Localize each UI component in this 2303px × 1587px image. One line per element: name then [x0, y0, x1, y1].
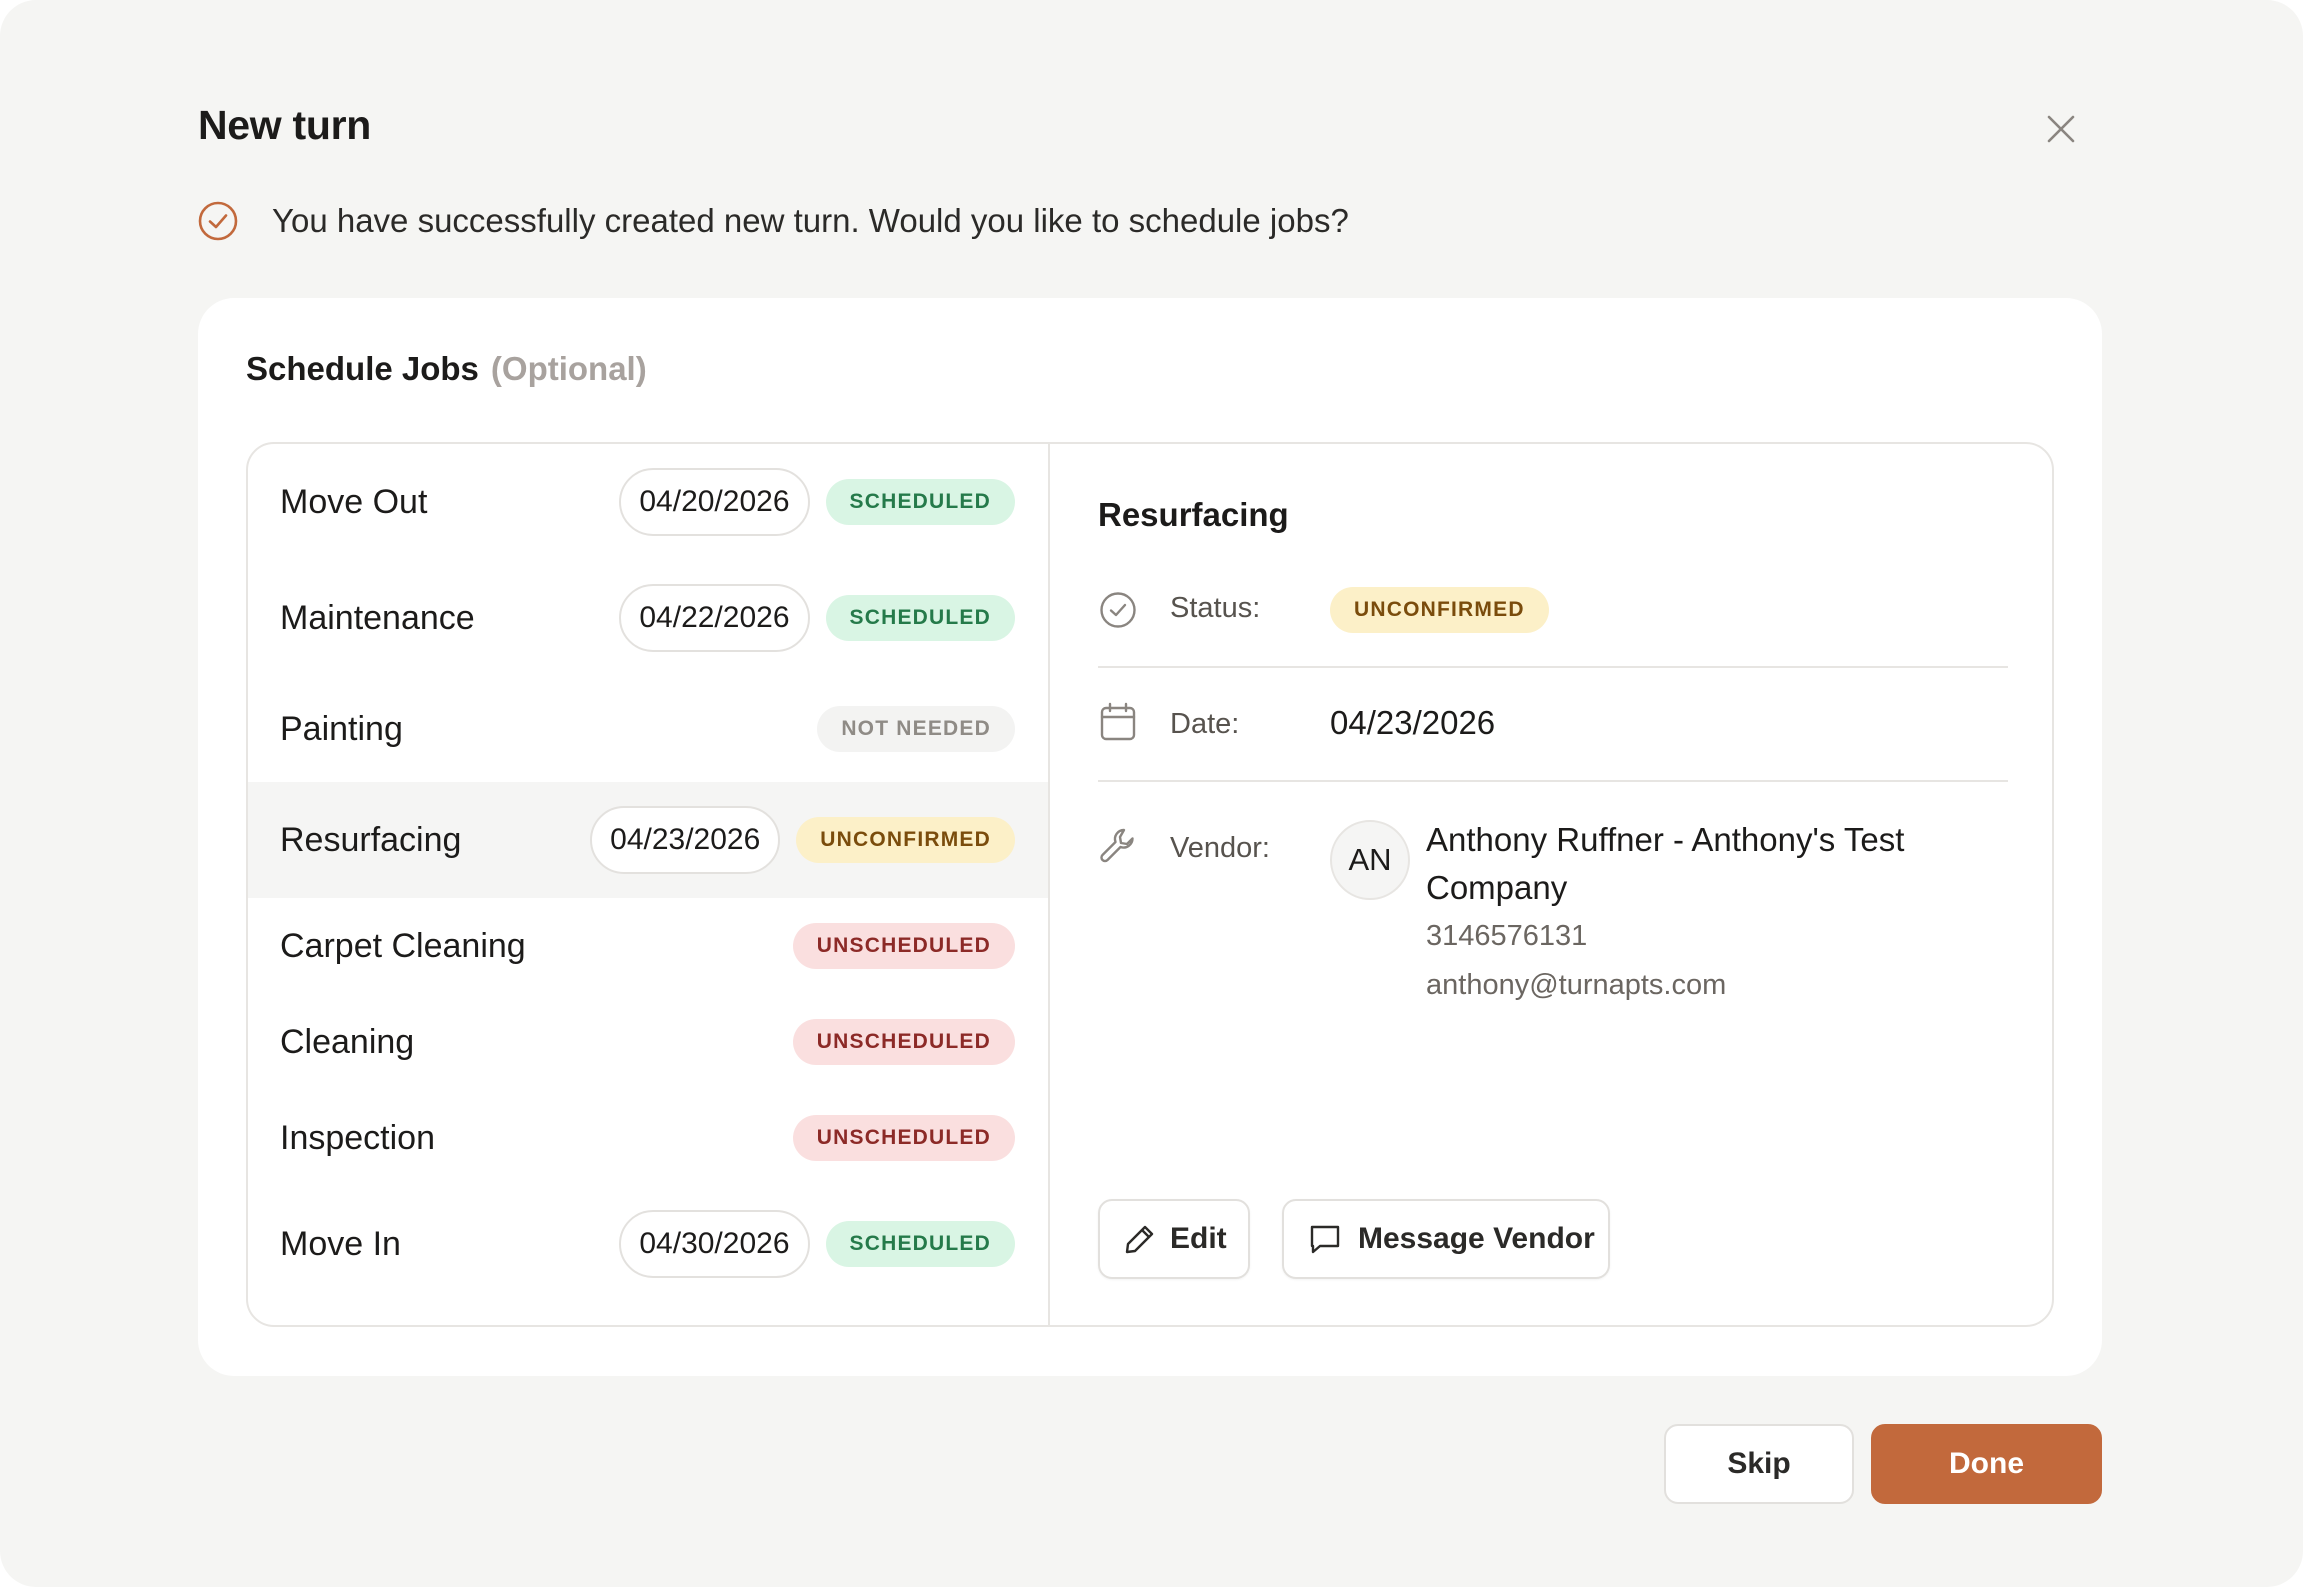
job-name: Painting: [280, 709, 403, 748]
schedule-jobs-heading: Schedule Jobs (Optional): [246, 350, 647, 388]
job-name: Cleaning: [280, 1022, 415, 1061]
job-name: Inspection: [280, 1118, 435, 1157]
divider: [1098, 666, 2008, 668]
success-message: You have successfully created new turn. …: [272, 202, 1349, 239]
message-vendor-button[interactable]: Message Vendor: [1282, 1199, 1610, 1279]
pencil-icon: [1125, 1225, 1154, 1254]
detail-status-row: Status: UNCONFIRMED: [1098, 587, 2008, 633]
vendor-name: Anthony Ruffner - Anthony's Test Company: [1426, 821, 1905, 906]
schedule-jobs-title: Schedule Jobs: [246, 350, 479, 387]
divider: [1098, 780, 2008, 782]
message-vendor-label: Message Vendor: [1358, 1222, 1595, 1255]
job-name: Move Out: [280, 482, 428, 521]
job-date[interactable]: 04/20/2026: [619, 468, 810, 536]
vendor-email: anthony@turnapts.com: [1426, 969, 1727, 1001]
detail-date-value: 04/23/2026: [1330, 704, 1496, 741]
job-row-resurfacing[interactable]: Resurfacing 04/23/2026 UNCONFIRMED: [248, 782, 1048, 898]
optional-label: (Optional): [490, 350, 647, 387]
job-row-painting[interactable]: Painting NOT NEEDED: [248, 676, 1048, 782]
job-name: Maintenance: [280, 598, 475, 637]
detail-vendor-row: Vendor: AN Anthony Ruffner - Anthony's T…: [1098, 816, 2008, 1016]
job-list: Move Out 04/20/2026 SCHEDULED Maintenanc…: [248, 444, 1050, 1325]
close-button[interactable]: [2040, 108, 2082, 150]
job-row-move-in[interactable]: Move In 04/30/2026 SCHEDULED: [248, 1186, 1048, 1302]
vendor-label: Vendor:: [1170, 832, 1270, 864]
modal-title: New turn: [198, 102, 371, 148]
job-name: Move In: [280, 1224, 401, 1263]
avatar: AN: [1330, 820, 1410, 900]
skip-button[interactable]: Skip: [1664, 1424, 1854, 1504]
job-date[interactable]: 04/30/2026: [619, 1210, 810, 1278]
calendar-icon: [1098, 702, 1138, 742]
job-detail: Resurfacing Status: UNCONFIRMED Date: 04…: [1098, 444, 2008, 1325]
detail-title: Resurfacing: [1098, 496, 1289, 533]
done-button[interactable]: Done: [1871, 1424, 2102, 1504]
job-date[interactable]: 04/23/2026: [590, 806, 781, 874]
status-label: Status:: [1170, 592, 1261, 624]
status-badge: SCHEDULED: [825, 595, 1015, 641]
message-icon: [1310, 1225, 1340, 1254]
status-badge: UNCONFIRMED: [796, 817, 1015, 863]
status-badge: UNSCHEDULED: [792, 1019, 1015, 1065]
close-icon: [2047, 115, 2075, 143]
job-row-carpet-cleaning[interactable]: Carpet Cleaning UNSCHEDULED: [248, 898, 1048, 994]
wrench-icon: [1098, 826, 1138, 866]
jobs-panel: Move Out 04/20/2026 SCHEDULED Maintenanc…: [246, 442, 2054, 1327]
detail-date-row: Date: 04/23/2026: [1098, 702, 2008, 746]
job-date[interactable]: 04/22/2026: [619, 584, 810, 652]
success-banner: You have successfully created new turn. …: [198, 198, 1349, 244]
job-row-inspection[interactable]: Inspection UNSCHEDULED: [248, 1090, 1048, 1186]
edit-button[interactable]: Edit: [1098, 1199, 1250, 1279]
edit-label: Edit: [1170, 1222, 1227, 1255]
status-badge: UNSCHEDULED: [792, 1115, 1015, 1161]
status-badge: SCHEDULED: [825, 479, 1015, 525]
status-check-icon: [1098, 590, 1138, 630]
job-name: Resurfacing: [280, 820, 462, 859]
detail-status-badge: UNCONFIRMED: [1330, 587, 1549, 633]
job-name: Carpet Cleaning: [280, 926, 526, 965]
schedule-jobs-card: Schedule Jobs (Optional) Move Out 04/20/2…: [198, 298, 2102, 1376]
job-row-move-out[interactable]: Move Out 04/20/2026 SCHEDULED: [248, 444, 1048, 560]
status-badge: NOT NEEDED: [817, 706, 1015, 752]
job-row-cleaning[interactable]: Cleaning UNSCHEDULED: [248, 994, 1048, 1090]
check-circle-icon: [198, 201, 238, 241]
job-row-maintenance[interactable]: Maintenance 04/22/2026 SCHEDULED: [248, 560, 1048, 676]
date-label: Date:: [1170, 708, 1240, 740]
status-badge: SCHEDULED: [825, 1221, 1015, 1267]
vendor-phone: 3146576131: [1426, 920, 1588, 952]
new-turn-modal: New turn You have successfully created n…: [0, 0, 2303, 1587]
status-badge: UNSCHEDULED: [792, 923, 1015, 969]
